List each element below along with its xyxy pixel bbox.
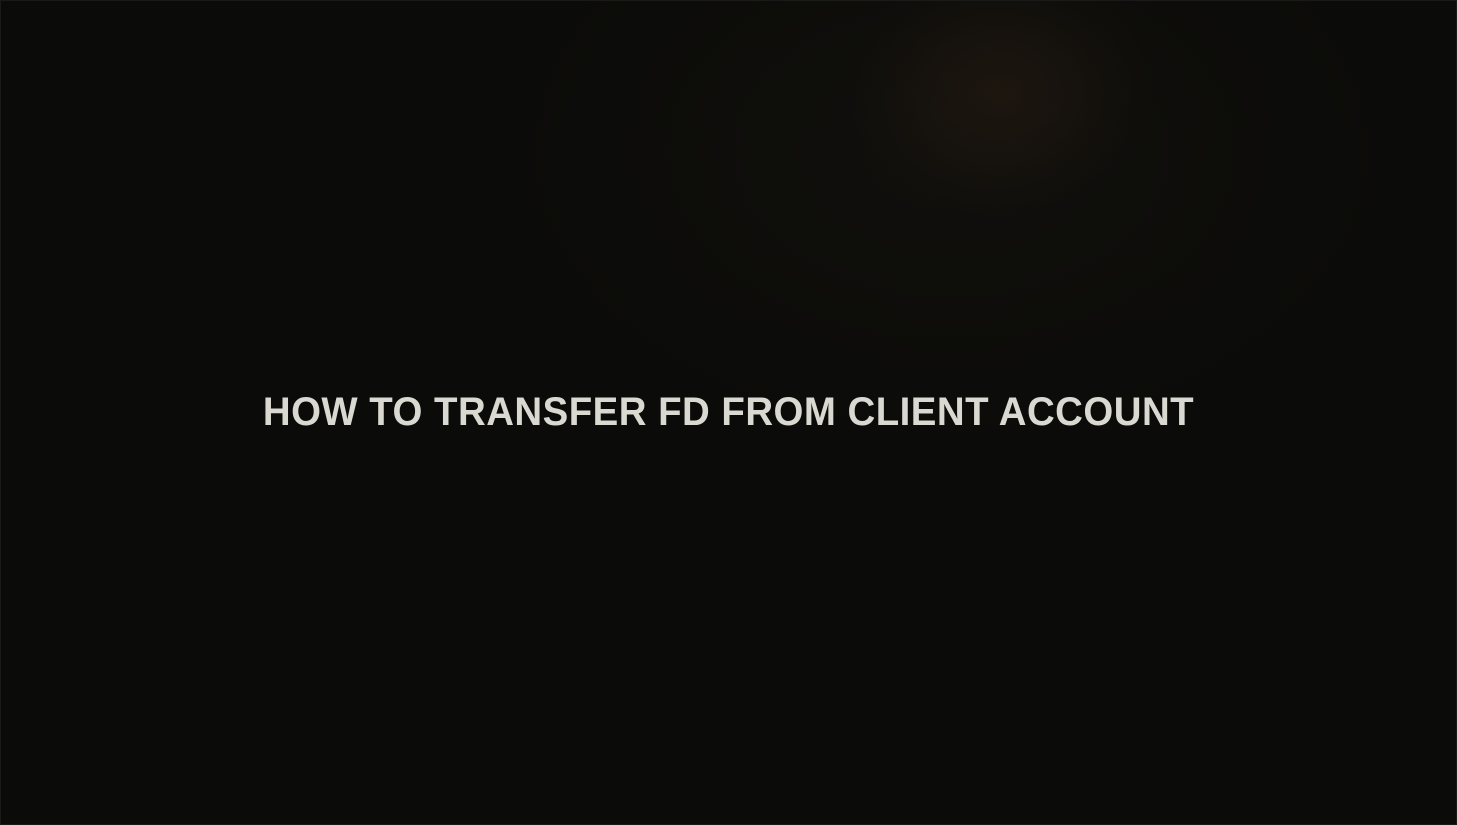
video-title: HOW TO TRANSFER FD FROM CLIENT ACCOUNT (262, 390, 1195, 434)
title-card-background: HOW TO TRANSFER FD FROM CLIENT ACCOUNT (0, 0, 1457, 825)
